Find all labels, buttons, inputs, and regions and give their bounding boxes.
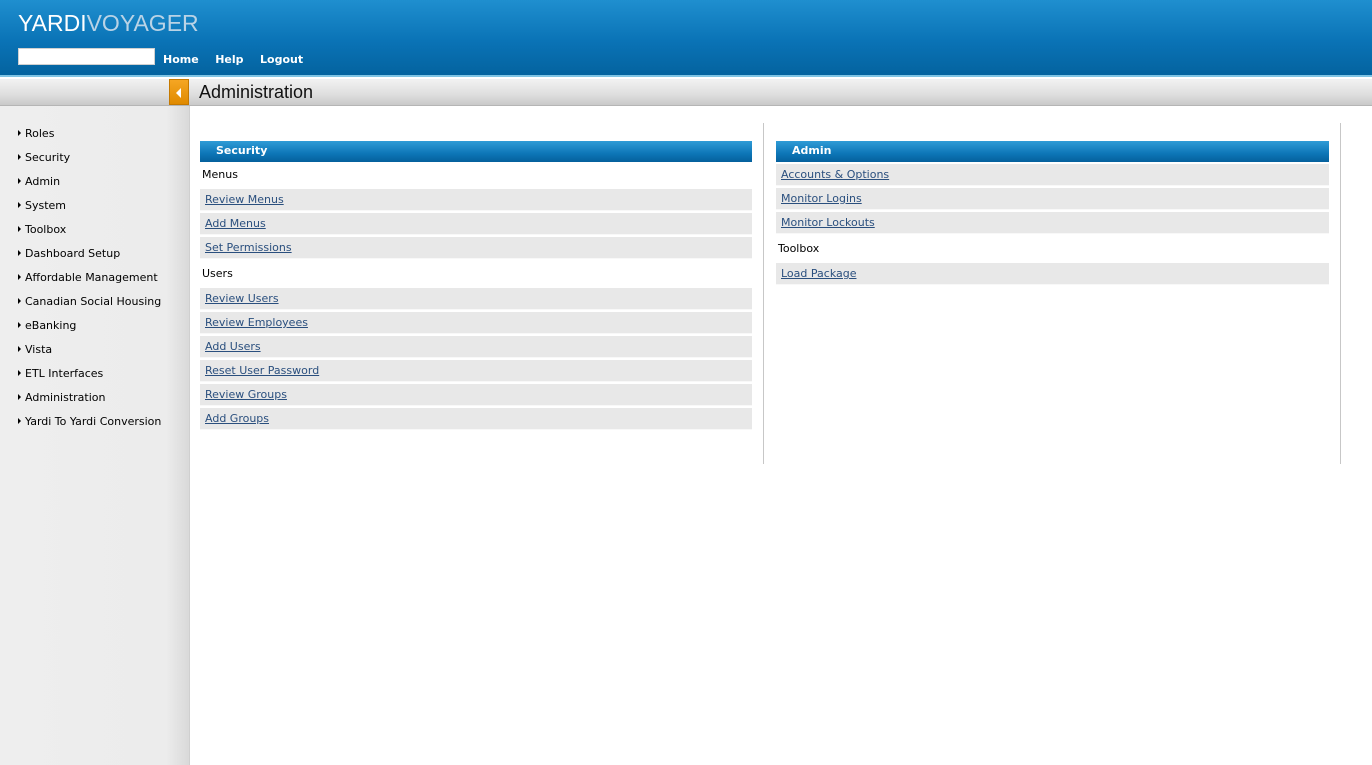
caret-right-icon — [18, 202, 21, 208]
sidebar-item-label: Roles — [25, 127, 55, 140]
list-item: Add Users — [200, 336, 752, 358]
list-item: Monitor Logins — [776, 188, 1329, 210]
sidebar-item-label: eBanking — [25, 319, 77, 332]
sidebar-menu: Roles Security Admin System Toolbox Dash… — [18, 127, 161, 439]
sidebar-item-admin[interactable]: Admin — [18, 175, 161, 199]
sidebar-item-label: Admin — [25, 175, 61, 188]
sidebar-item-dashboard-setup[interactable]: Dashboard Setup — [18, 247, 161, 271]
sidebar-item-label: ETL Interfaces — [25, 367, 104, 380]
sidebar-item-label: Toolbox — [25, 223, 67, 236]
sidebar-item-label: Affordable Management — [25, 271, 158, 284]
sidebar-item-etl-interfaces[interactable]: ETL Interfaces — [18, 367, 161, 391]
sidebar-item-label: System — [25, 199, 67, 212]
logo-text-voyager: VOYAGER — [86, 10, 199, 36]
caret-right-icon — [18, 370, 21, 376]
list-item: Review Menus — [200, 189, 752, 211]
sidebar-item-label: Yardi To Yardi Conversion — [25, 415, 162, 428]
nav-home-link[interactable]: Home — [163, 53, 199, 66]
sidebar-item-yardi-to-yardi-conversion[interactable]: Yardi To Yardi Conversion — [18, 415, 161, 439]
sidebar-item-system[interactable]: System — [18, 199, 161, 223]
admin-panel-header: Admin — [776, 141, 1329, 162]
accounts-options-link[interactable]: Accounts & Options — [781, 168, 889, 181]
review-employees-link[interactable]: Review Employees — [205, 316, 308, 329]
menus-group-label: Menus — [202, 168, 238, 181]
sidebar-item-canadian-social-housing[interactable]: Canadian Social Housing — [18, 295, 161, 319]
chevron-left-icon — [176, 88, 181, 98]
security-panel-header: Security — [200, 141, 752, 162]
admin-panel: Admin Accounts & Options Monitor Logins … — [776, 141, 1329, 287]
sidebar-item-affordable-management[interactable]: Affordable Management — [18, 271, 161, 295]
caret-right-icon — [18, 346, 21, 352]
column-divider — [1340, 123, 1341, 464]
sidebar-item-security[interactable]: Security — [18, 151, 161, 175]
caret-right-icon — [18, 154, 21, 160]
reset-user-password-link[interactable]: Reset User Password — [205, 364, 319, 377]
app-header: YARDIVOYAGER Home Help Logout — [0, 0, 1372, 77]
review-menus-link[interactable]: Review Menus — [205, 193, 284, 206]
list-item: Load Package — [776, 263, 1329, 285]
sidebar-item-label: Security — [25, 151, 71, 164]
nav-help-link[interactable]: Help — [215, 53, 243, 66]
review-users-link[interactable]: Review Users — [205, 292, 279, 305]
sidebar-item-administration[interactable]: Administration — [18, 391, 161, 415]
sidebar-item-ebanking[interactable]: eBanking — [18, 319, 161, 343]
list-item: Monitor Lockouts — [776, 212, 1329, 234]
logo-text-yardi: YARDI — [18, 10, 87, 36]
list-item: Accounts & Options — [776, 164, 1329, 186]
list-item: Set Permissions — [200, 237, 752, 259]
caret-right-icon — [18, 226, 21, 232]
list-item: Review Users — [200, 288, 752, 310]
list-item: Add Menus — [200, 213, 752, 235]
list-item: Review Groups — [200, 384, 752, 406]
review-groups-link[interactable]: Review Groups — [205, 388, 287, 401]
column-divider — [763, 123, 764, 464]
users-group-label: Users — [202, 267, 233, 280]
caret-right-icon — [18, 178, 21, 184]
caret-right-icon — [18, 298, 21, 304]
add-users-link[interactable]: Add Users — [205, 340, 261, 353]
sidebar-item-label: Dashboard Setup — [25, 247, 121, 260]
sidebar-item-label: Canadian Social Housing — [25, 295, 162, 308]
list-item: Review Employees — [200, 312, 752, 334]
security-panel: Security Menus Review Menus Add Menus Se… — [200, 141, 752, 432]
caret-right-icon — [18, 394, 21, 400]
monitor-logins-link[interactable]: Monitor Logins — [781, 192, 862, 205]
caret-right-icon — [18, 250, 21, 256]
search-input[interactable] — [18, 48, 155, 65]
load-package-link[interactable]: Load Package — [781, 267, 856, 280]
caret-right-icon — [18, 418, 21, 424]
set-permissions-link[interactable]: Set Permissions — [205, 241, 292, 254]
add-menus-link[interactable]: Add Menus — [205, 217, 266, 230]
sidebar-item-label: Vista — [25, 343, 53, 356]
yardi-voyager-logo: YARDIVOYAGER — [18, 10, 199, 38]
caret-right-icon — [18, 274, 21, 280]
list-item: Add Groups — [200, 408, 752, 430]
sidebar: Roles Security Admin System Toolbox Dash… — [0, 106, 190, 765]
header-nav: Home Help Logout — [163, 53, 316, 66]
nav-logout-link[interactable]: Logout — [260, 53, 303, 66]
sidebar-item-label: Administration — [25, 391, 106, 404]
caret-right-icon — [18, 130, 21, 136]
page-title: Administration — [199, 82, 314, 102]
sidebar-item-vista[interactable]: Vista — [18, 343, 161, 367]
list-item: Reset User Password — [200, 360, 752, 382]
add-groups-link[interactable]: Add Groups — [205, 412, 269, 425]
collapse-sidebar-button[interactable] — [169, 79, 189, 105]
sidebar-item-roles[interactable]: Roles — [18, 127, 161, 151]
toolbox-group-label: Toolbox — [778, 242, 820, 255]
caret-right-icon — [18, 322, 21, 328]
monitor-lockouts-link[interactable]: Monitor Lockouts — [781, 216, 875, 229]
sidebar-item-toolbox[interactable]: Toolbox — [18, 223, 161, 247]
